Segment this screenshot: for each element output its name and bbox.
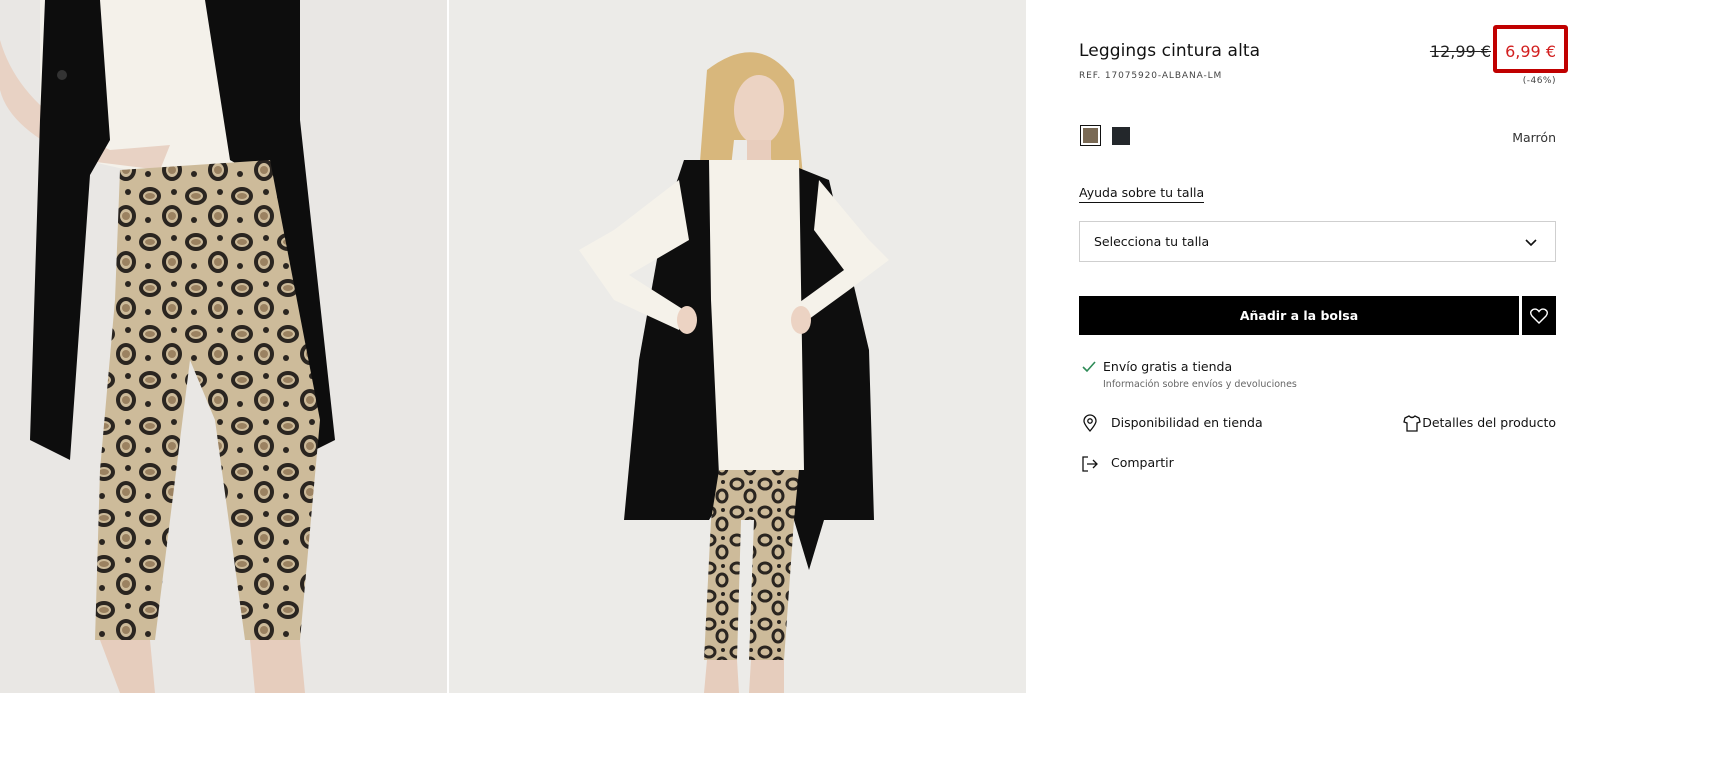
heart-icon bbox=[1530, 307, 1548, 324]
check-icon bbox=[1082, 361, 1096, 373]
original-price: 12,99 € bbox=[1429, 42, 1491, 61]
tshirt-icon bbox=[1403, 415, 1421, 432]
share-icon bbox=[1082, 456, 1098, 472]
share-link[interactable]: Compartir bbox=[1111, 455, 1174, 470]
leopard-leggings-closeup-image bbox=[0, 0, 447, 693]
wishlist-button[interactable] bbox=[1522, 296, 1556, 335]
model-full-body-image bbox=[449, 0, 1026, 693]
add-to-bag-button[interactable]: Añadir a la bolsa bbox=[1079, 296, 1519, 335]
location-pin-icon bbox=[1083, 414, 1097, 432]
store-availability-link[interactable]: Disponibilidad en tienda bbox=[1111, 415, 1263, 430]
free-shipping-title: Envío gratis a tienda bbox=[1103, 359, 1233, 374]
product-details-link[interactable]: Detalles del producto bbox=[1422, 415, 1556, 430]
selected-color-name: Marrón bbox=[1512, 130, 1556, 145]
sale-price: 6,99 € bbox=[1505, 42, 1556, 61]
product-image-closeup[interactable] bbox=[0, 0, 447, 693]
chevron-down-icon bbox=[1525, 239, 1537, 247]
shipping-info-link[interactable]: Información sobre envíos y devoluciones bbox=[1103, 379, 1297, 390]
color-swatch-brown[interactable] bbox=[1080, 125, 1101, 146]
size-select[interactable]: Selecciona tu talla bbox=[1079, 221, 1556, 262]
discount-percent: (-46%) bbox=[1522, 76, 1556, 86]
product-image-model[interactable] bbox=[449, 0, 1026, 693]
size-help-link[interactable]: Ayuda sobre tu talla bbox=[1079, 185, 1205, 203]
color-swatch-brown-fill bbox=[1083, 128, 1098, 143]
product-reference: REF. 17075920-ALBANA-LM bbox=[1079, 71, 1223, 81]
size-select-label: Selecciona tu talla bbox=[1094, 234, 1210, 249]
product-title: Leggings cintura alta bbox=[1079, 41, 1261, 61]
color-swatch-black[interactable] bbox=[1112, 127, 1130, 145]
product-info-panel: Leggings cintura alta REF. 17075920-ALBA… bbox=[1079, 0, 1568, 693]
